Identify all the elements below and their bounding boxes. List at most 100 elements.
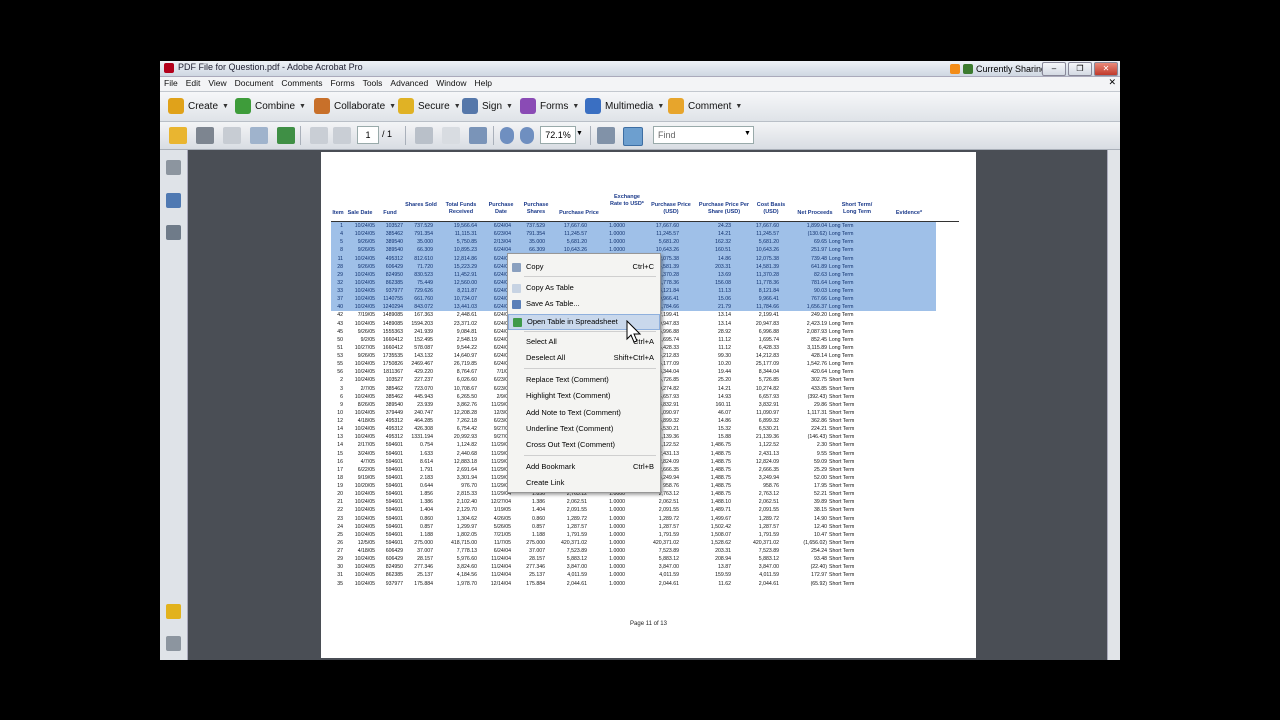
- menu-item-copy[interactable]: Copy Ctrl+C: [508, 260, 660, 274]
- forms-button[interactable]: Forms ▼: [520, 97, 579, 115]
- table-cell: 389540: [385, 239, 403, 246]
- table-cell: 729.626: [414, 288, 433, 294]
- menu-edit[interactable]: Edit: [182, 77, 205, 89]
- table-cell: 9: [340, 401, 343, 408]
- menu-item-save-as-table[interactable]: Save As Table...: [508, 297, 660, 311]
- menu-item-copy-as-table[interactable]: Copy As Table: [508, 281, 660, 295]
- zoom-in-icon[interactable]: [520, 127, 534, 144]
- table-cell: 17,667.60: [655, 223, 679, 229]
- menu-document[interactable]: Document: [231, 77, 278, 89]
- table-cell: 24: [337, 523, 343, 530]
- page-number-input[interactable]: 1: [357, 126, 379, 144]
- zoom-dropdown-icon[interactable]: ▼: [576, 130, 583, 137]
- find-input[interactable]: Find: [653, 126, 754, 144]
- table-cell: 39.89: [814, 499, 827, 506]
- open-folder-icon[interactable]: [169, 127, 187, 144]
- table-cell: Short Term: [829, 483, 855, 489]
- attachments-panel-icon[interactable]: [166, 636, 181, 651]
- menu-item-add-note-to-text[interactable]: Add Note to Text (Comment): [508, 406, 660, 420]
- table-cell: 12: [337, 418, 343, 424]
- pages-panel-icon[interactable]: [166, 160, 181, 175]
- print-icon[interactable]: [196, 127, 214, 144]
- secure-button[interactable]: Secure ▼: [398, 97, 461, 115]
- table-cell: 1,695.74: [758, 336, 779, 343]
- restore-button[interactable]: ❐: [1068, 62, 1092, 76]
- table-cell: 71.720: [417, 263, 433, 270]
- table-cell: 11,115.31: [454, 231, 477, 238]
- bookmarks-panel-icon[interactable]: [166, 193, 181, 208]
- next-page-icon[interactable]: [333, 127, 351, 144]
- menu-item-replace-text[interactable]: Replace Text (Comment): [508, 373, 660, 387]
- menu-advanced[interactable]: Advanced: [386, 77, 432, 89]
- table-cell: 1811367: [383, 369, 403, 376]
- table-cell: 1,791.59: [566, 531, 587, 538]
- table-cell: 37.007: [417, 548, 433, 554]
- vertical-scrollbar[interactable]: [1107, 150, 1120, 660]
- table-cell: 1,791.59: [658, 531, 679, 538]
- marquee-zoom-icon[interactable]: [469, 127, 487, 144]
- table-cell: 5,681.20: [566, 239, 587, 246]
- menu-item-create-link[interactable]: Create Link: [508, 476, 660, 490]
- save-icon[interactable]: [223, 127, 241, 144]
- header-price-per-share: Purchase Price Per Share (USD): [698, 202, 750, 215]
- menu-item-deselect-all[interactable]: Deselect All Shift+Ctrl+A: [508, 351, 660, 365]
- table-cell: 56: [337, 369, 343, 376]
- table-cell: 3,824.60: [456, 564, 477, 571]
- table-cell: 12.40: [814, 523, 827, 530]
- zoom-out-icon[interactable]: [500, 127, 514, 144]
- menu-item-label: Add Note to Text (Comment): [526, 408, 621, 417]
- table-cell: 46.07: [718, 409, 731, 416]
- menu-item-add-bookmark[interactable]: Add Bookmark Ctrl+B: [508, 460, 660, 474]
- page-count: / 1: [382, 129, 393, 139]
- signatures-panel-icon[interactable]: [166, 225, 181, 240]
- table-cell: 82.63: [814, 271, 827, 278]
- table-cell: 21: [337, 499, 343, 506]
- select-tool-icon[interactable]: [415, 127, 433, 144]
- menu-item-highlight-text[interactable]: Highlight Text (Comment): [508, 389, 660, 403]
- table-cell: 2,044.61: [658, 580, 679, 587]
- table-cell: 3,832.91: [758, 401, 779, 408]
- fit-width-icon[interactable]: [623, 127, 643, 146]
- previous-page-icon[interactable]: [310, 127, 328, 144]
- menu-file[interactable]: File: [160, 77, 182, 89]
- find-dropdown-icon[interactable]: ▼: [744, 130, 751, 137]
- share-icon[interactable]: [277, 127, 295, 144]
- table-cell: 99.30: [718, 353, 731, 359]
- table-cell: 9/26/05: [357, 328, 375, 335]
- menu-tools[interactable]: Tools: [359, 77, 387, 89]
- menu-forms[interactable]: Forms: [326, 77, 358, 89]
- table-cell: 8: [340, 247, 343, 254]
- fit-page-icon[interactable]: [597, 127, 615, 144]
- copy-icon: [512, 263, 521, 272]
- table-cell: 1.0000: [609, 515, 625, 522]
- table-cell: 277.346: [414, 564, 433, 571]
- hand-tool-icon[interactable]: [442, 127, 460, 144]
- document-close-icon[interactable]: ✕: [1108, 77, 1116, 88]
- zoom-level-input[interactable]: 72.1%: [540, 126, 576, 144]
- table-row: 4 10/24/05 385462 791.354 11,115.31 6/23/04 79…: [331, 230, 936, 239]
- comment-button[interactable]: Comment ▼: [668, 97, 742, 115]
- email-icon[interactable]: [250, 127, 268, 144]
- menu-item-cross-out-text[interactable]: Cross Out Text (Comment): [508, 438, 660, 452]
- table-cell: 5: [340, 239, 343, 246]
- sign-button[interactable]: Sign ▼: [462, 97, 513, 115]
- collaborate-button[interactable]: Collaborate ▼: [314, 97, 396, 115]
- multimedia-button[interactable]: Multimedia ▼: [585, 97, 664, 115]
- combine-button[interactable]: Combine ▼: [235, 97, 306, 115]
- header-fund: Fund: [383, 210, 397, 216]
- minimize-button[interactable]: –: [1042, 62, 1066, 76]
- comments-panel-icon[interactable]: [166, 604, 181, 619]
- table-cell: Short Term: [829, 458, 855, 465]
- sharing-indicator[interactable]: Currently Sharing: [950, 62, 1046, 75]
- close-button[interactable]: ✕: [1094, 62, 1118, 76]
- menu-comments[interactable]: Comments: [277, 77, 326, 89]
- table-cell: 14.93: [718, 393, 731, 400]
- menu-item-underline-text[interactable]: Underline Text (Comment): [508, 422, 660, 436]
- menu-view[interactable]: View: [204, 77, 230, 89]
- create-button[interactable]: Create ▼: [168, 97, 229, 115]
- table-cell: 15.32: [718, 426, 731, 433]
- table-cell: 1.0000: [609, 523, 625, 530]
- menu-window[interactable]: Window: [432, 77, 470, 89]
- menu-item-label: Copy As Table: [526, 283, 574, 292]
- menu-help[interactable]: Help: [470, 77, 495, 89]
